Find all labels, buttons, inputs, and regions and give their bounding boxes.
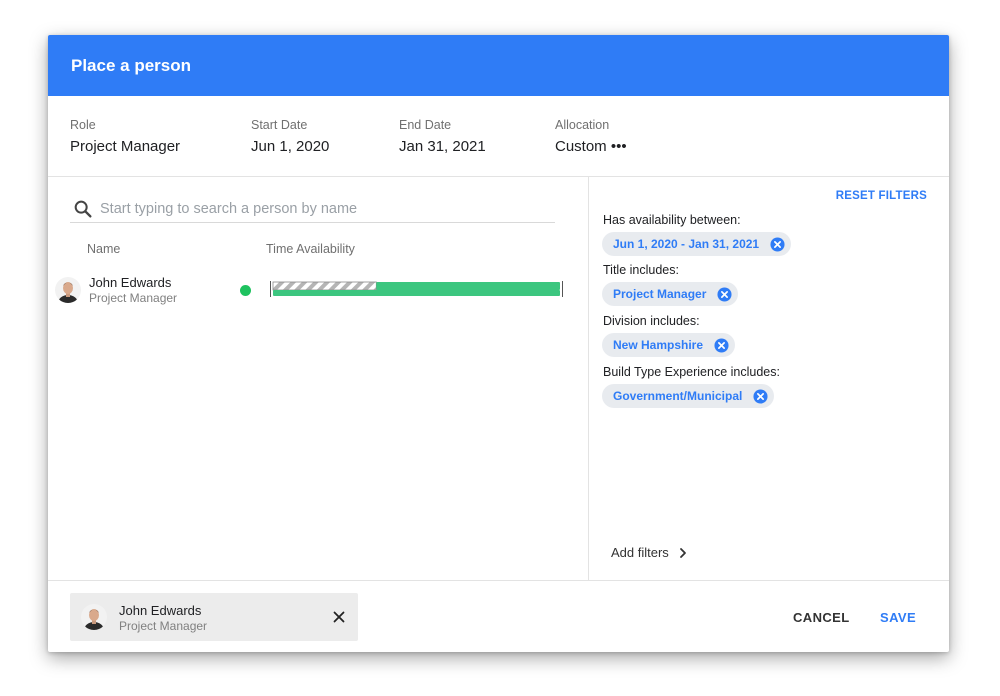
- save-button[interactable]: SAVE: [880, 610, 916, 625]
- add-filters-button[interactable]: Add filters: [611, 545, 690, 560]
- search-input[interactable]: [100, 200, 540, 217]
- allocation-value[interactable]: Custom •••: [555, 138, 627, 155]
- dialog-body: Name Time Availability John Edwards Proj…: [48, 177, 949, 581]
- start-date-value: Jun 1, 2020: [251, 138, 330, 155]
- filter-chip-title: Project Manager: [602, 282, 739, 306]
- close-circle-icon[interactable]: [753, 388, 768, 404]
- filter-chip-availability: Jun 1, 2020 - Jan 31, 2021: [602, 232, 792, 256]
- start-date-label: Start Date: [251, 118, 308, 132]
- filter-label-title: Title includes:: [603, 263, 679, 277]
- avatar: [81, 604, 107, 630]
- selected-person-card: John Edwards Project Manager: [70, 593, 358, 641]
- result-person: John Edwards Project Manager: [89, 275, 177, 305]
- close-icon[interactable]: [332, 610, 346, 624]
- dialog-title: Place a person: [71, 55, 192, 75]
- filter-label-division: Division includes:: [603, 314, 700, 328]
- close-circle-icon[interactable]: [714, 337, 729, 353]
- place-person-dialog: Place a person Role Project Manager Star…: [48, 35, 949, 652]
- search-panel: Name Time Availability John Edwards Proj…: [48, 177, 589, 581]
- role-value: Project Manager: [70, 138, 181, 155]
- person-name: John Edwards: [89, 275, 172, 290]
- search-bar: [70, 195, 555, 223]
- cancel-button[interactable]: CANCEL: [793, 610, 850, 625]
- end-date-info: End Date Jan 31, 2021: [399, 118, 486, 155]
- availability-status-dot: [240, 285, 251, 296]
- allocation-label: Allocation: [555, 118, 610, 132]
- chevron-right-icon: [679, 547, 686, 558]
- assignment-info: Role Project Manager Start Date Jun 1, 2…: [48, 96, 949, 177]
- filter-chip-division: New Hampshire: [602, 333, 736, 357]
- selected-person-info: John Edwards Project Manager: [119, 603, 207, 633]
- chip-label: Project Manager: [613, 287, 707, 301]
- end-date-value: Jan 31, 2021: [399, 138, 486, 155]
- dialog-header: Place a person: [48, 35, 949, 96]
- close-circle-icon[interactable]: [770, 236, 785, 252]
- search-icon: [74, 200, 92, 218]
- result-row[interactable]: John Edwards Project Manager: [48, 272, 589, 306]
- end-date-label: End Date: [399, 118, 452, 132]
- chip-label: Jun 1, 2020 - Jan 31, 2021: [613, 237, 760, 251]
- timeline-available-segment: [376, 282, 560, 290]
- person-role: Project Manager: [89, 291, 178, 305]
- add-filters-label: Add filters: [611, 545, 669, 560]
- avatar: [55, 277, 81, 303]
- allocation-info: Allocation Custom •••: [555, 118, 627, 155]
- filters-panel: RESET FILTERS Has availability between: …: [589, 177, 949, 581]
- role-info: Role Project Manager: [70, 118, 180, 155]
- filter-label-build-type: Build Type Experience includes:: [603, 365, 780, 379]
- timeline-unavailable-segment: [272, 281, 377, 291]
- filter-label-availability: Has availability between:: [603, 213, 741, 227]
- role-label: Role: [70, 118, 96, 132]
- chip-label: New Hampshire: [613, 338, 704, 352]
- timeline-allocation-bar: [273, 290, 560, 296]
- selected-person-role: Project Manager: [119, 619, 208, 633]
- start-date-info: Start Date Jun 1, 2020: [251, 118, 329, 155]
- reset-filters-button[interactable]: RESET FILTERS: [836, 190, 927, 202]
- availability-timeline: [270, 281, 563, 297]
- close-circle-icon[interactable]: [717, 286, 732, 302]
- availability-column-header: Time Availability: [266, 242, 355, 256]
- selected-person-name: John Edwards: [119, 603, 202, 618]
- filter-chip-build-type: Government/Municipal: [602, 384, 775, 408]
- name-column-header: Name: [87, 242, 121, 256]
- dialog-footer: John Edwards Project Manager CANCEL SAVE: [48, 581, 949, 652]
- chip-label: Government/Municipal: [613, 389, 743, 403]
